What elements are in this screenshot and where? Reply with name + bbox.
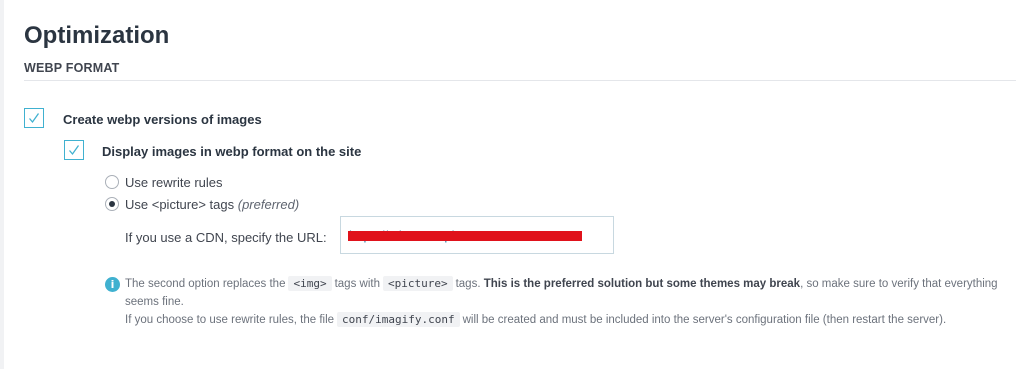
info-icon: i: [105, 277, 120, 292]
section-divider: [24, 80, 1016, 81]
picture-tags-radio[interactable]: [105, 197, 119, 211]
display-webp-label[interactable]: Display images in webp format on the sit…: [102, 144, 361, 159]
code-img: <img>: [288, 276, 332, 291]
rewrite-rules-radio[interactable]: [105, 175, 119, 189]
section-title: WEBP FORMAT: [24, 61, 120, 75]
redaction-bar: [348, 231, 582, 241]
code-picture: <picture>: [382, 276, 453, 291]
code-conf: conf/imagify.conf: [337, 312, 460, 327]
page-title: Optimization: [24, 22, 170, 49]
note-text: The second option replaces the: [125, 278, 286, 290]
webp-help-note: The second option replaces the <img> tags …: [125, 275, 1015, 329]
settings-panel: Optimization WEBP FORMAT Create webp ver…: [4, 0, 1024, 369]
preferred-tag: (preferred): [237, 197, 300, 212]
picture-tags-label[interactable]: Use <picture> tags (preferred): [125, 197, 299, 212]
note-text: tags.: [455, 278, 481, 290]
picture-tags-text: Use <picture> tags: [125, 197, 235, 212]
checkmark-icon: [29, 113, 40, 124]
note-text: tags with: [334, 278, 380, 290]
note-warning: This is the preferred solution but some …: [483, 278, 801, 290]
rewrite-rules-label[interactable]: Use rewrite rules: [125, 175, 223, 190]
cdn-url-label: If you use a CDN, specify the URL:: [125, 230, 327, 245]
create-webp-checkbox[interactable]: [24, 108, 44, 128]
note-text: will be created and must be included int…: [462, 314, 947, 326]
display-webp-checkbox[interactable]: [64, 140, 84, 160]
create-webp-label[interactable]: Create webp versions of images: [63, 112, 262, 127]
checkmark-icon: [69, 145, 80, 156]
note-text: If you choose to use rewrite rules, the …: [125, 314, 335, 326]
